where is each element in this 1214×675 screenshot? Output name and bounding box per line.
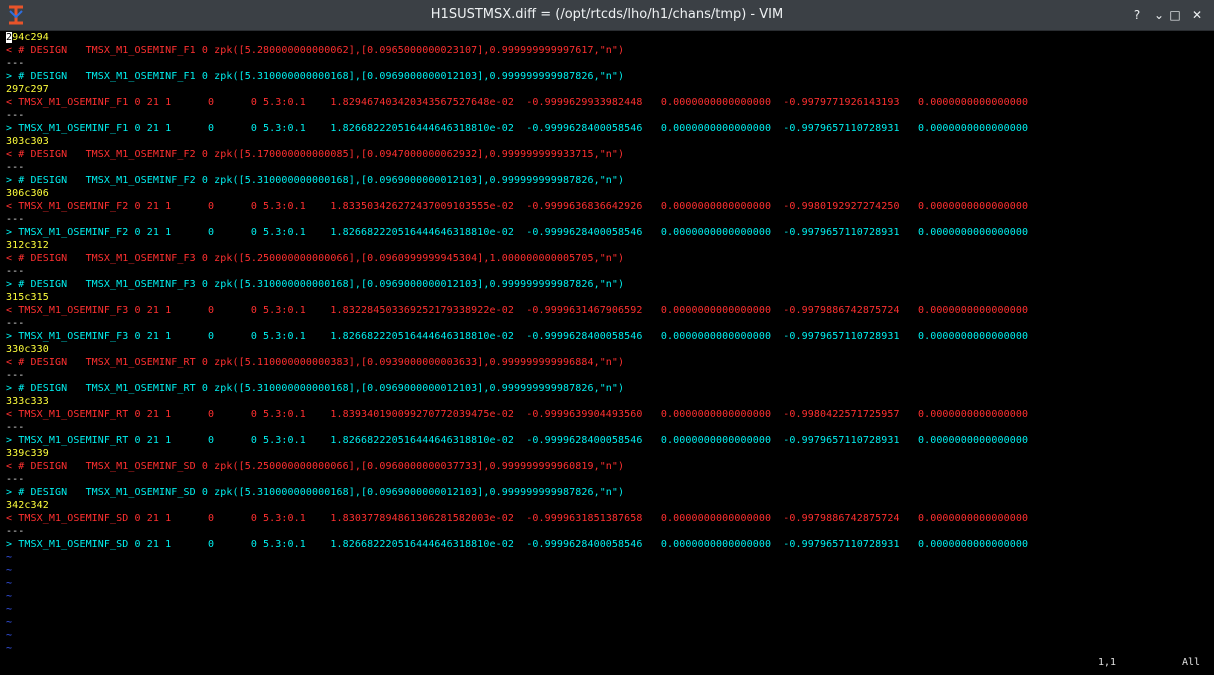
diff-line-separator: --- bbox=[6, 110, 25, 121]
diff-line-removed: < TMSX_M1_OSEMINF_SD 0 21 1 0 0 5.3:0.1 … bbox=[6, 513, 1029, 524]
diff-line-hunk: 333c333 bbox=[6, 396, 49, 407]
diff-line-hunk: 330c330 bbox=[6, 344, 49, 355]
diff-line-tilde: ~ bbox=[6, 552, 13, 563]
diff-line-hunk: 306c306 bbox=[6, 188, 49, 199]
diff-line-hunk: 303c303 bbox=[6, 136, 49, 147]
diff-line-hunk: 297c297 bbox=[6, 84, 49, 95]
diff-line-hunk: 339c339 bbox=[6, 448, 49, 459]
diff-line-added: > TMSX_M1_OSEMINF_F3 0 21 1 0 0 5.3:0.1 … bbox=[6, 331, 1029, 342]
diff-line-tilde: ~ bbox=[6, 591, 13, 602]
diff-line-removed: < TMSX_M1_OSEMINF_F1 0 21 1 0 0 5.3:0.1 … bbox=[6, 97, 1029, 108]
help-button[interactable]: ? bbox=[1128, 7, 1146, 23]
diff-line-tilde: ~ bbox=[6, 578, 13, 589]
maximize-button[interactable]: □ bbox=[1166, 7, 1184, 23]
text-cursor: 2 bbox=[6, 32, 13, 43]
diff-line-hunk: 342c342 bbox=[6, 500, 49, 511]
diff-line-added: > # DESIGN TMSX_M1_OSEMINF_F1 0 zpk([5.3… bbox=[6, 71, 625, 82]
cursor-position: 1,1 bbox=[1098, 657, 1117, 668]
diff-line-removed: < # DESIGN TMSX_M1_OSEMINF_F1 0 zpk([5.2… bbox=[6, 45, 625, 56]
vim-editor-buffer[interactable]: 294c294 < # DESIGN TMSX_M1_OSEMINF_F1 0 z… bbox=[6, 31, 1210, 671]
diff-line-tilde: ~ bbox=[6, 617, 13, 628]
diff-line-separator: --- bbox=[6, 162, 25, 173]
diff-line-tilde: ~ bbox=[6, 630, 13, 641]
diff-line-separator: --- bbox=[6, 422, 25, 433]
diff-line-added: > # DESIGN TMSX_M1_OSEMINF_F2 0 zpk([5.3… bbox=[6, 175, 625, 186]
diff-line-hunk: 294c294 bbox=[6, 32, 49, 43]
diff-line-added: > TMSX_M1_OSEMINF_F2 0 21 1 0 0 5.3:0.1 … bbox=[6, 227, 1029, 238]
diff-line-separator: --- bbox=[6, 214, 25, 225]
diff-line-removed: < # DESIGN TMSX_M1_OSEMINF_F2 0 zpk([5.1… bbox=[6, 149, 625, 160]
diff-line-removed: < # DESIGN TMSX_M1_OSEMINF_F3 0 zpk([5.2… bbox=[6, 253, 625, 264]
diff-line-tilde: ~ bbox=[6, 643, 13, 654]
diff-line-hunk: 312c312 bbox=[6, 240, 49, 251]
diff-line-separator: --- bbox=[6, 318, 25, 329]
diff-line-removed: < TMSX_M1_OSEMINF_F3 0 21 1 0 0 5.3:0.1 … bbox=[6, 305, 1029, 316]
diff-line-added: > TMSX_M1_OSEMINF_SD 0 21 1 0 0 5.3:0.1 … bbox=[6, 539, 1029, 550]
diff-line-tilde: ~ bbox=[6, 565, 13, 576]
diff-line-separator: --- bbox=[6, 266, 25, 277]
diff-line-tilde: ~ bbox=[6, 604, 13, 615]
diff-line-separator: --- bbox=[6, 58, 25, 69]
diff-line-added: > # DESIGN TMSX_M1_OSEMINF_RT 0 zpk([5.3… bbox=[6, 383, 625, 394]
diff-line-added: > # DESIGN TMSX_M1_OSEMINF_F3 0 zpk([5.3… bbox=[6, 279, 625, 290]
diff-line-separator: --- bbox=[6, 474, 25, 485]
close-button[interactable]: ✕ bbox=[1188, 7, 1206, 23]
diff-line-separator: --- bbox=[6, 370, 25, 381]
window-title: H1SUSTMSX.diff = (/opt/rtcds/lho/h1/chan… bbox=[430, 7, 784, 22]
diff-line-hunk: 315c315 bbox=[6, 292, 49, 303]
scroll-indicator: All bbox=[1182, 657, 1201, 668]
diff-line-added: > TMSX_M1_OSEMINF_RT 0 21 1 0 0 5.3:0.1 … bbox=[6, 435, 1029, 446]
diff-line-added: > # DESIGN TMSX_M1_OSEMINF_SD 0 zpk([5.3… bbox=[6, 487, 625, 498]
diff-line-removed: < # DESIGN TMSX_M1_OSEMINF_SD 0 zpk([5.2… bbox=[6, 461, 625, 472]
diff-line-separator: --- bbox=[6, 526, 25, 537]
diff-line-removed: < TMSX_M1_OSEMINF_F2 0 21 1 0 0 5.3:0.1 … bbox=[6, 201, 1029, 212]
diff-line-removed: < # DESIGN TMSX_M1_OSEMINF_RT 0 zpk([5.1… bbox=[6, 357, 625, 368]
title-bar: H1SUSTMSX.diff = (/opt/rtcds/lho/h1/chan… bbox=[0, 0, 1214, 31]
diff-line-added: > TMSX_M1_OSEMINF_F1 0 21 1 0 0 5.3:0.1 … bbox=[6, 123, 1029, 134]
diff-line-removed: < TMSX_M1_OSEMINF_RT 0 21 1 0 0 5.3:0.1 … bbox=[6, 409, 1029, 420]
